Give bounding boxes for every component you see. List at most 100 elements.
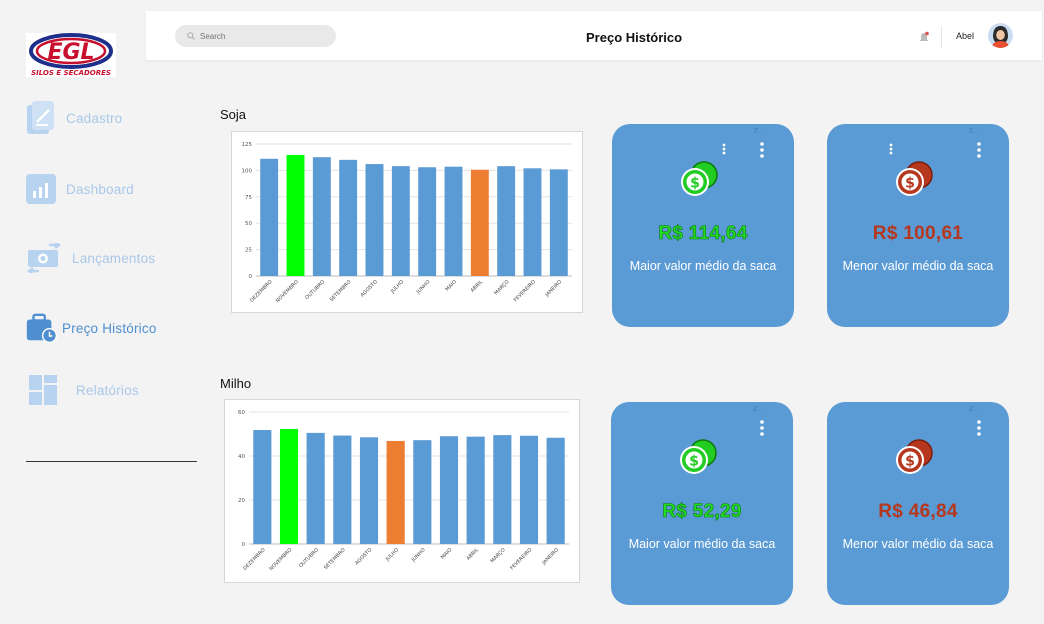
more-vertical-icon[interactable] xyxy=(977,142,981,163)
sidebar-item-label: Relatórios xyxy=(76,382,139,398)
coin-dollar-icon: $ xyxy=(678,160,720,205)
x-tick-label: SETEMBRO xyxy=(329,279,353,303)
y-tick-label: 0 xyxy=(249,274,253,280)
x-tick-label: JANEIRO xyxy=(541,547,561,567)
page-title: Preço Histórico xyxy=(586,30,683,45)
svg-text:$: $ xyxy=(690,176,700,192)
search-icon xyxy=(187,27,195,45)
card-label-z: Z... xyxy=(968,406,979,413)
sidebar-item-lancamentos[interactable]: Lançamentos xyxy=(24,240,155,276)
x-tick-label: OUTUBRO xyxy=(298,547,320,569)
more-vertical-icon[interactable] xyxy=(760,142,764,163)
bar-janeiro xyxy=(546,437,565,544)
logo-subtitle: SILOS E SECADORES xyxy=(31,69,111,77)
sidebar-item-preco-historico[interactable]: Preço Histórico xyxy=(24,310,157,346)
search-bar[interactable] xyxy=(175,25,336,47)
card-label-z: Z... xyxy=(752,406,763,413)
egl-logo-graphic: EGL SILOS E SECADORES xyxy=(29,33,113,77)
bar-janeiro xyxy=(549,169,568,276)
card-description: Menor valor médio da saca xyxy=(842,259,994,273)
x-tick-label: DEZEMBRO xyxy=(242,547,267,572)
grid-layout-icon xyxy=(26,372,60,408)
bar-novembro xyxy=(279,428,299,544)
svg-text:$: $ xyxy=(689,454,699,470)
card-label-z: Z... xyxy=(753,128,764,135)
bar-novembro xyxy=(286,154,305,276)
bar-dezembro xyxy=(253,430,272,544)
search-input[interactable] xyxy=(200,31,320,41)
bar-dezembro xyxy=(260,158,279,276)
sidebar-item-label: Dashboard xyxy=(66,181,134,197)
y-tick-label: 25 xyxy=(245,248,252,254)
x-tick-label: FEVEREIRO xyxy=(509,547,533,571)
y-tick-label: 125 xyxy=(242,142,253,148)
bar-setembro xyxy=(333,435,352,544)
x-tick-label: JANEIRO xyxy=(544,279,564,299)
sidebar-divider xyxy=(26,461,197,462)
x-tick-label: MAIO xyxy=(444,279,458,293)
x-tick-label: MARÇO xyxy=(490,547,507,564)
card-description: Maior valor médio da saca xyxy=(629,259,777,273)
soja-chart-svg: 0 25 50 75 100 125 DEZEMBRO NOVEMBRO OUTUBRO SETE… xyxy=(242,142,572,304)
card-milho-min: Z... $ R$ 46,84 Menor valor médio da sac… xyxy=(827,402,1009,605)
bar-abril xyxy=(470,169,489,276)
sidebar-item-cadastro[interactable]: Cadastro xyxy=(24,100,122,136)
bar-abril xyxy=(466,436,485,544)
notification-bell-icon[interactable] xyxy=(919,30,929,48)
card-value: R$ 52,29 xyxy=(662,501,742,523)
x-tick-label: AGOSTO xyxy=(354,547,373,566)
bar-setembro xyxy=(339,159,358,276)
more-vertical-icon[interactable] xyxy=(722,142,726,160)
sidebar-item-label: Lançamentos xyxy=(72,250,156,266)
bar-junho xyxy=(413,440,432,544)
y-tick-label: 75 xyxy=(245,195,252,201)
x-tick-label: DEZEMBRO xyxy=(249,279,274,304)
x-tick-label: JUNHO xyxy=(410,547,427,564)
x-tick-label: JULHO xyxy=(389,279,405,295)
top-header: Preço Histórico Abel xyxy=(146,11,1042,60)
bar-chart-icon xyxy=(24,171,58,207)
coin-dollar-icon: $ xyxy=(893,160,935,205)
bar-maio xyxy=(439,436,459,544)
x-tick-label: OUTUBRO xyxy=(304,279,326,301)
bar-março xyxy=(497,166,516,276)
card-value: R$ 100,61 xyxy=(872,223,964,244)
x-tick-label: NOVEMBRO xyxy=(268,547,293,572)
x-tick-label: MARÇO xyxy=(493,279,510,296)
card-description: Maior valor médio da saca xyxy=(628,537,776,551)
x-tick-label: ABRIL xyxy=(466,547,481,562)
section-label-milho: Milho xyxy=(220,376,252,391)
x-tick-label: MAIO xyxy=(440,547,454,561)
y-tick-label: 60 xyxy=(238,410,245,416)
sidebar-item-label: Preço Histórico xyxy=(62,320,157,336)
card-soja-max: Z... $ R$ 114,64 Maior valor médio da sa… xyxy=(612,124,794,327)
logo-text: EGL xyxy=(47,40,94,65)
briefcase-clock-icon xyxy=(24,310,58,346)
more-vertical-icon[interactable] xyxy=(889,142,893,160)
header-separator xyxy=(941,26,942,48)
x-tick-label: JULHO xyxy=(384,547,400,563)
y-tick-label: 40 xyxy=(238,454,245,460)
company-logo: EGL SILOS E SECADORES xyxy=(26,33,116,77)
x-tick-label: NOVEMBRO xyxy=(275,279,300,304)
x-tick-label: JUNHO xyxy=(415,279,432,296)
y-tick-label: 20 xyxy=(238,498,245,504)
card-soja-min: Z... $ R$ 100,61 Menor valor médio da sa… xyxy=(827,124,1009,327)
bar-junho xyxy=(418,167,437,276)
bar-agosto xyxy=(359,437,379,544)
coin-dollar-icon: $ xyxy=(893,438,935,483)
more-vertical-icon[interactable] xyxy=(760,420,764,441)
money-transfer-icon xyxy=(24,240,64,276)
sidebar-item-label: Cadastro xyxy=(66,110,123,126)
x-tick-label: SETEMBRO xyxy=(323,547,347,571)
svg-text:$: $ xyxy=(905,454,915,470)
avatar[interactable] xyxy=(988,23,1013,48)
sidebar-item-relatorios[interactable]: Relatórios xyxy=(26,372,139,408)
x-tick-label: FEVEREIRO xyxy=(513,279,537,303)
card-value: R$ 46,84 xyxy=(878,501,958,522)
sidebar-item-dashboard[interactable]: Dashboard xyxy=(24,171,134,207)
document-icon xyxy=(24,100,58,136)
milho-price-chart: 0 20 40 60 DEZEMBRO NOVEMBRO OUTUBRO SETEMBRO AG… xyxy=(224,399,580,583)
more-vertical-icon[interactable] xyxy=(977,420,981,441)
coin-dollar-icon: $ xyxy=(677,438,719,483)
